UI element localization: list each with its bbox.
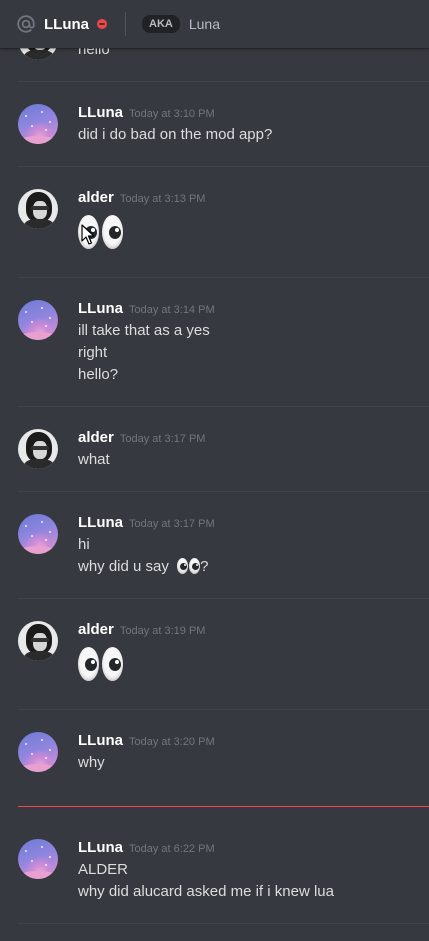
message-text: hi <box>78 536 90 553</box>
message-separator <box>18 277 429 278</box>
luna-avatar[interactable] <box>18 300 58 340</box>
message-text: hello? <box>78 366 119 383</box>
timestamp: Today at 3:17 PM <box>129 518 215 530</box>
username[interactable]: LLuna <box>78 732 123 749</box>
eyes-emoji-icon[interactable] <box>78 215 123 249</box>
header-divider <box>125 12 126 36</box>
message-header: LLuna Today at 6:22 PM <box>78 839 215 856</box>
message-text-fragment: ? <box>200 558 209 575</box>
message-separator <box>18 598 429 599</box>
eyes-emoji-icon[interactable] <box>189 558 201 574</box>
dnd-status-icon <box>97 19 107 29</box>
message-text: why did alucard asked me if i knew lua <box>78 883 334 900</box>
luna-avatar[interactable] <box>18 104 58 144</box>
username[interactable]: LLuna <box>78 839 123 856</box>
dm-recipient-name[interactable]: LLuna <box>44 16 89 33</box>
message-list[interactable]: hello LLuna Today at 3:10 PM did i do ba… <box>0 0 429 941</box>
luna-avatar[interactable] <box>18 839 58 879</box>
message-text-fragment: why did u say <box>78 558 169 575</box>
dm-header: LLuna AKA Luna <box>0 0 429 48</box>
timestamp: Today at 3:20 PM <box>129 736 215 748</box>
luna-avatar[interactable] <box>18 732 58 772</box>
timestamp: Today at 3:10 PM <box>129 108 215 120</box>
aka-name: Luna <box>188 16 220 32</box>
alder-avatar[interactable] <box>18 621 58 661</box>
luna-avatar[interactable] <box>18 514 58 554</box>
message-separator <box>18 923 429 924</box>
message-text-with-emoji: why did u say ? <box>78 556 208 578</box>
timestamp: Today at 3:19 PM <box>119 625 206 637</box>
username[interactable]: alder <box>78 621 114 638</box>
at-sign-icon <box>16 14 36 34</box>
timestamp: Today at 6:22 PM <box>129 843 215 855</box>
message-header: LLuna Today at 3:20 PM <box>78 732 215 749</box>
message-header: LLuna Today at 3:14 PM <box>78 300 215 317</box>
username[interactable]: LLuna <box>78 300 123 317</box>
message-separator <box>18 491 429 492</box>
message-header: alder Today at 3:19 PM <box>78 621 205 638</box>
message-separator <box>18 166 429 167</box>
message-text: did i do bad on the mod app? <box>78 126 273 143</box>
message-text: ill take that as a yes <box>78 322 210 339</box>
message-header: LLuna Today at 3:17 PM <box>78 514 215 531</box>
eyes-emoji-icon[interactable] <box>78 647 123 681</box>
username[interactable]: alder <box>78 189 114 206</box>
message-header: alder Today at 3:13 PM <box>78 189 205 206</box>
message-text: ALDER <box>78 861 129 878</box>
username[interactable]: alder <box>78 429 114 446</box>
message-text: what <box>78 451 110 468</box>
eyes-emoji-icon[interactable] <box>177 558 189 574</box>
message-separator <box>18 406 429 407</box>
timestamp: Today at 3:13 PM <box>119 193 206 205</box>
message-text: why <box>78 754 105 771</box>
aka-badge: AKA <box>142 15 180 33</box>
message-separator <box>18 81 429 82</box>
alder-avatar[interactable] <box>18 429 58 469</box>
username[interactable]: LLuna <box>78 514 123 531</box>
message-separator <box>18 709 429 710</box>
username[interactable]: LLuna <box>78 104 123 121</box>
alder-avatar[interactable] <box>18 189 58 229</box>
message-header: alder Today at 3:17 PM <box>78 429 205 446</box>
new-messages-divider <box>18 806 429 807</box>
timestamp: Today at 3:17 PM <box>119 433 206 445</box>
timestamp: Today at 3:14 PM <box>129 304 215 316</box>
dm-chat-window: hello LLuna Today at 3:10 PM did i do ba… <box>0 0 429 941</box>
message-text: right <box>78 344 108 361</box>
message-header: LLuna Today at 3:10 PM <box>78 104 215 121</box>
